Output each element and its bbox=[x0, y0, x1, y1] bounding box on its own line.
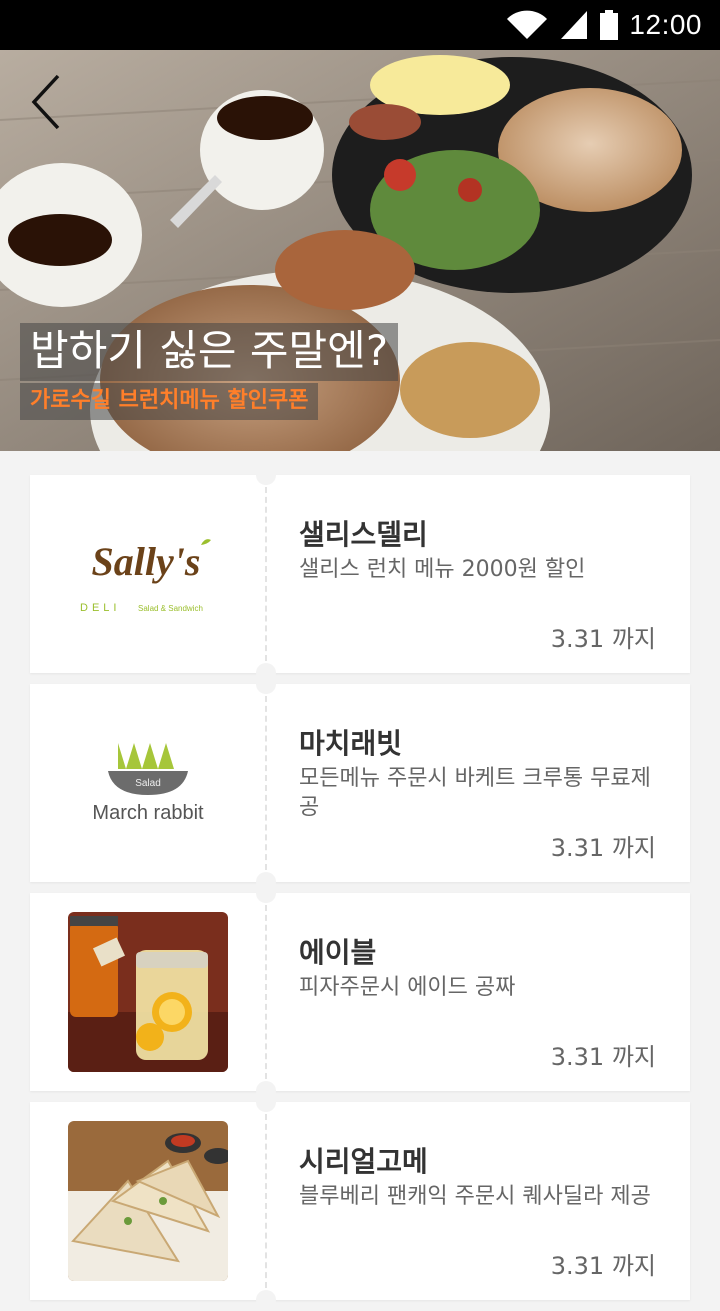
battery-icon bbox=[599, 9, 619, 41]
svg-text:Salad: Salad bbox=[135, 778, 161, 789]
coupon-list: Sally's DELI Salad & Sandwich 샐리스델리 샐리스 … bbox=[30, 465, 690, 1311]
svg-text:Sally's: Sally's bbox=[92, 539, 201, 584]
coupon-expiry: 3.31 까지 bbox=[550, 625, 656, 653]
hero-subtitle: 가로수길 브런치메뉴 할인쿠폰 bbox=[20, 383, 319, 420]
coupon-description: 피자주문시 에이드 공짜 bbox=[299, 975, 516, 1000]
svg-text:March rabbit: March rabbit bbox=[92, 802, 204, 824]
coupon-store-name: 마치래빗 bbox=[299, 727, 403, 760]
coupon-card[interactable]: 시리얼고메 블루베리 팬캐익 주문시 퀘사딜라 제공 3.31 까지 bbox=[30, 1092, 690, 1310]
wifi-icon bbox=[505, 9, 549, 41]
svg-text:DELI: DELI bbox=[80, 602, 120, 614]
quesadilla-photo bbox=[68, 1121, 228, 1281]
coupon-store-name: 샐리스델리 bbox=[299, 518, 428, 551]
status-time: 12:00 bbox=[629, 9, 702, 40]
ade-drinks-photo bbox=[68, 912, 228, 1072]
dashed-divider bbox=[265, 1114, 267, 1288]
march-rabbit-logo: Salad March rabbit bbox=[68, 703, 228, 863]
dashed-divider bbox=[265, 487, 267, 661]
coupon-description: 블루베리 팬캐익 주문시 퀘사딜라 제공 bbox=[299, 1184, 651, 1209]
coupon-store-name: 시리얼고메 bbox=[299, 1145, 428, 1178]
coupon-card[interactable]: Sally's DELI Salad & Sandwich 샐리스델리 샐리스 … bbox=[30, 465, 690, 683]
svg-text:Salad & Sandwich: Salad & Sandwich bbox=[138, 604, 203, 613]
coupon-card[interactable]: 에이블 피자주문시 에이드 공짜 3.31 까지 bbox=[30, 883, 690, 1101]
hero-caption: 밥하기 싫은 주말엔? 가로수길 브런치메뉴 할인쿠폰 bbox=[20, 323, 399, 420]
hero-title: 밥하기 싫은 주말엔? bbox=[20, 323, 399, 381]
coupon-expiry: 3.31 까지 bbox=[550, 1252, 656, 1280]
back-button[interactable] bbox=[22, 72, 74, 132]
coupon-description: 모든메뉴 주문시 바케트 크루통 무료제공 bbox=[299, 766, 651, 820]
coupon-expiry: 3.31 까지 bbox=[550, 834, 656, 862]
status-bar: 12:00 bbox=[0, 0, 720, 50]
coupon-store-name: 에이블 bbox=[299, 936, 377, 969]
coupon-description: 샐리스 런치 메뉴 2000원 할인 bbox=[299, 557, 586, 582]
sallys-deli-logo: Sally's DELI Salad & Sandwich bbox=[68, 494, 228, 654]
dashed-divider bbox=[265, 905, 267, 1079]
hero-banner: 밥하기 싫은 주말엔? 가로수길 브런치메뉴 할인쿠폰 bbox=[0, 50, 720, 451]
coupon-card[interactable]: Salad March rabbit 마치래빗 모든메뉴 주문시 바케트 크루통… bbox=[30, 674, 690, 892]
coupon-expiry: 3.31 까지 bbox=[550, 1043, 656, 1071]
signal-icon bbox=[559, 9, 589, 41]
chevron-left-icon bbox=[31, 74, 60, 130]
dashed-divider bbox=[265, 696, 267, 870]
